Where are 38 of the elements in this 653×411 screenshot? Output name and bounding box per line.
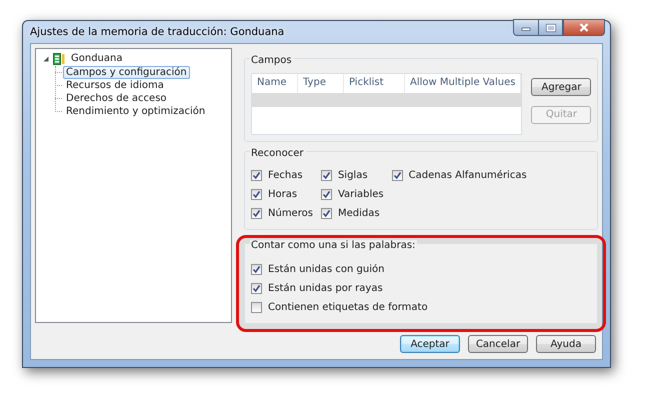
checkbox[interactable] <box>251 208 262 218</box>
checkbox-label: Variables <box>338 188 384 200</box>
checkbox[interactable] <box>320 170 332 180</box>
tree-item[interactable]: Campos y configuración <box>63 66 190 78</box>
checkbox[interactable] <box>251 170 262 180</box>
checkbox-label: Están unidas por rayas <box>268 282 383 294</box>
checkbox[interactable] <box>251 188 262 200</box>
window-title: Ajustes de la memoria de traducción: Gonduana <box>30 26 284 38</box>
checkbox[interactable] <box>320 188 332 200</box>
checkbox-label: Contienen etiquetas de formato <box>268 302 428 312</box>
field-button[interactable]: Agregar <box>531 78 592 96</box>
dialog-button[interactable]: Cancelar <box>468 335 528 353</box>
tree-item[interactable]: Gonduana <box>68 52 126 65</box>
checkbox[interactable] <box>251 264 262 274</box>
checkbox-label: Medidas <box>338 208 380 218</box>
group-title: Contar como una si las palabras: <box>250 240 418 250</box>
checkbox[interactable] <box>251 282 262 294</box>
checkbox[interactable] <box>251 302 262 312</box>
checkbox-label: Horas <box>268 188 298 200</box>
dialog-button[interactable]: Aceptar <box>400 335 460 353</box>
tree-item[interactable]: Derechos de acceso <box>63 92 170 104</box>
minimize-icon[interactable] <box>513 19 538 36</box>
maximize-icon[interactable] <box>538 19 563 36</box>
checkbox-label: Números <box>268 208 313 218</box>
checkbox-label: Están unidas con guión <box>268 264 384 274</box>
tree-item[interactable]: Rendimiento y optimización <box>63 104 208 118</box>
checkbox[interactable] <box>392 170 403 180</box>
checkbox[interactable] <box>320 208 332 218</box>
expand-icon[interactable] <box>42 54 50 62</box>
close-icon[interactable] <box>563 19 605 36</box>
dialog-button[interactable]: Ayuda <box>536 335 596 353</box>
group-title: Campos <box>250 54 294 66</box>
database-icon <box>53 52 65 64</box>
checkbox-label: Cadenas Alfanuméricas <box>408 170 527 180</box>
checkbox-label: Siglas <box>338 170 368 180</box>
tree-item[interactable]: Recursos de idioma <box>63 78 167 92</box>
checkbox-label: Fechas <box>268 170 303 180</box>
group-title: Reconocer <box>250 148 306 158</box>
